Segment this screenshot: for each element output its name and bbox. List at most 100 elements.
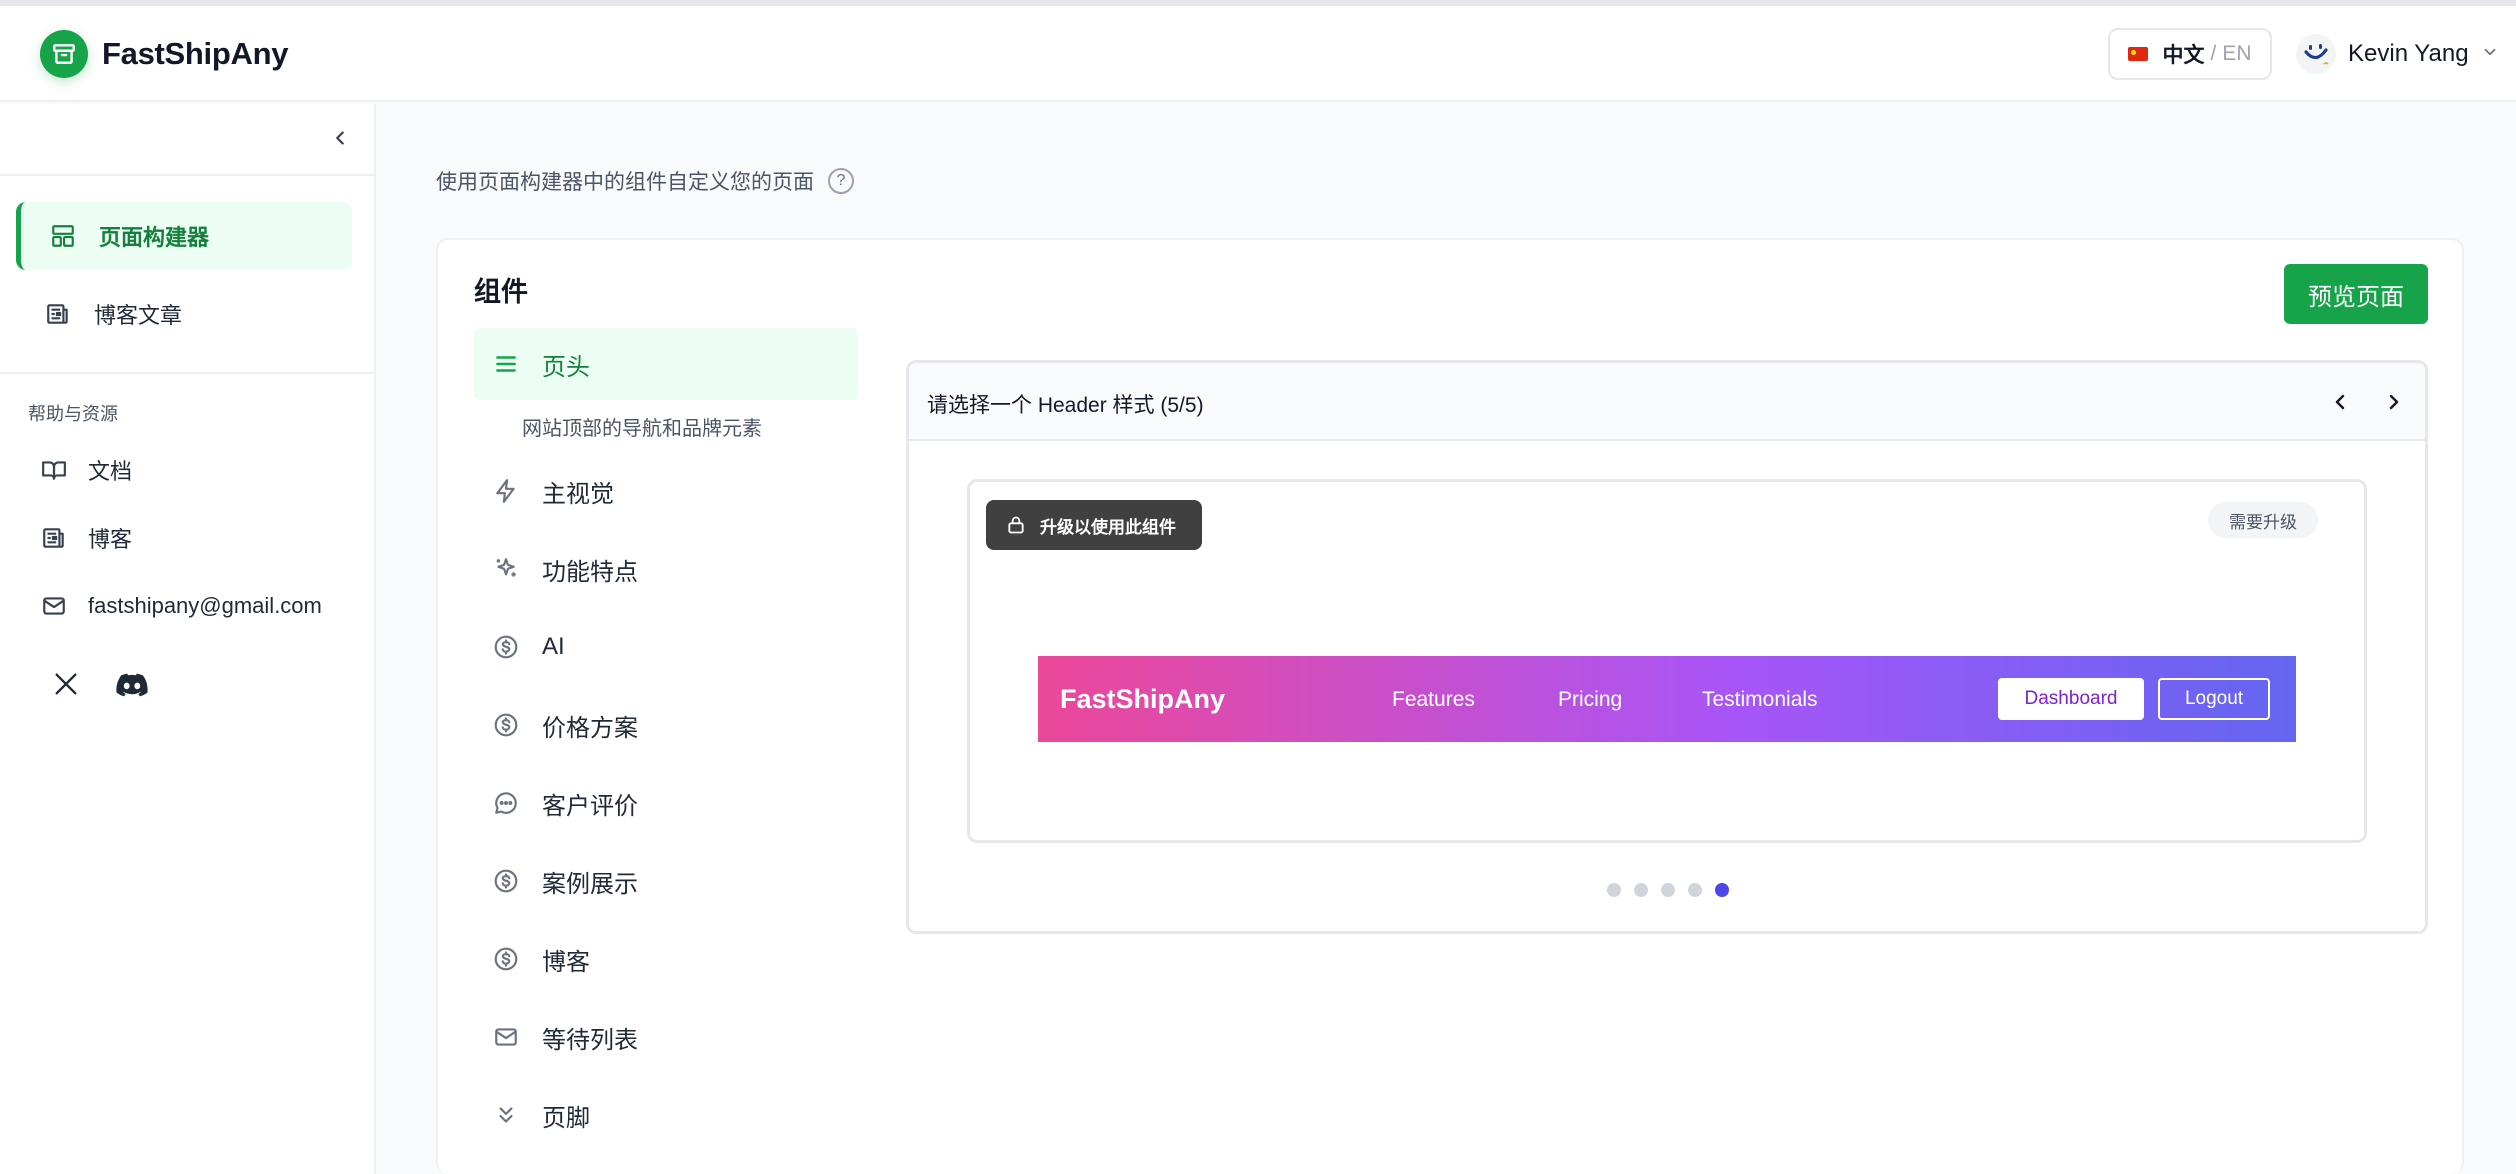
dollar-circle-icon (492, 711, 520, 739)
sidebar-item-blog[interactable]: 博客 (16, 510, 356, 566)
sidebar-item-label: 博客文章 (94, 303, 183, 328)
lang-zh: 中文 (2162, 44, 2205, 67)
chevron-right-icon (2389, 394, 2399, 410)
component-item-waitlist[interactable]: 等待列表 (474, 998, 858, 1076)
main-content: 使用页面构建器中的组件自定义您的页面 ? 组件 预览页面 页头 网站顶部的导航和… (376, 104, 2516, 1174)
component-label: 客户评价 (542, 792, 638, 820)
app-logo[interactable]: FastShipAny (40, 30, 288, 78)
component-item-header[interactable]: 页头 (474, 328, 858, 400)
component-description: 网站顶部的导航和品牌元素 (522, 417, 762, 440)
dollar-circle-icon (492, 867, 520, 895)
sidebar-item-label: fastshipany@gmail.com (88, 593, 322, 618)
sidebar-item-label: 文档 (88, 459, 133, 484)
lock-icon (1006, 515, 1026, 535)
component-label: 案例展示 (542, 870, 638, 898)
sidebar-item-email[interactable]: fastshipany@gmail.com (16, 578, 356, 634)
selector-title: 请选择一个 Header 样式 (5/5) (927, 394, 1204, 417)
discord-link[interactable] (112, 664, 152, 704)
component-item-showcase[interactable]: 案例展示 (474, 842, 858, 920)
china-flag-icon (2128, 47, 2149, 61)
preview-page-button[interactable]: 预览页面 (2284, 264, 2428, 324)
sidebar-section-title: 帮助与资源 (28, 404, 118, 424)
discord-icon (116, 673, 148, 697)
x-twitter-link[interactable] (46, 664, 86, 704)
dollar-circle-icon (492, 945, 520, 973)
language-switcher[interactable]: 中文 / EN (2108, 28, 2272, 80)
intro-text: 使用页面构建器中的组件自定义您的页面 (436, 171, 814, 194)
carousel-dot-2[interactable] (1634, 883, 1648, 897)
selector-header: 请选择一个 Header 样式 (5/5) (909, 363, 2425, 441)
message-circle-icon (492, 789, 520, 817)
menu-icon (492, 350, 520, 378)
x-logo-icon (55, 673, 77, 695)
chevron-left-icon (2335, 394, 2345, 410)
help-icon[interactable]: ? (828, 168, 854, 194)
lang-separator: / (2210, 42, 2217, 65)
carousel-dots (1607, 883, 1742, 897)
need-upgrade-tag: 需要升级 (2208, 502, 2318, 538)
component-item-testimonials[interactable]: 客户评价 (474, 764, 858, 842)
layout-icon (49, 222, 77, 250)
next-style-button[interactable] (2377, 385, 2411, 419)
component-item-features[interactable]: 功能特点 (474, 530, 858, 608)
sidebar-item-label: 页面构建器 (99, 225, 210, 250)
avatar (2296, 34, 2336, 74)
component-item-pricing[interactable]: 价格方案 (474, 686, 858, 764)
page-intro: 使用页面构建器中的组件自定义您的页面 ? (436, 166, 854, 196)
component-label: 页头 (542, 353, 590, 381)
component-label: 页脚 (542, 1104, 590, 1132)
sidebar-item-blog-posts[interactable]: 博客文章 (16, 280, 352, 348)
preview-logo: FastShipAny (1060, 684, 1226, 714)
preview-dashboard-button: Dashboard (1998, 678, 2144, 720)
upgrade-badge[interactable]: 升级以使用此组件 (986, 500, 1202, 550)
chevron-down-icon (2481, 43, 2499, 66)
header-style-preview: FastShipAny Features Pricing Testimonial… (1038, 656, 2296, 742)
newspaper-icon (40, 524, 68, 552)
component-list: 页头 网站顶部的导航和品牌元素 主视觉 功能特点 AI 价格方案 客户评价 案例… (474, 328, 858, 1154)
user-menu[interactable]: Kevin Yang (2296, 32, 2499, 76)
book-open-icon (40, 456, 68, 484)
sidebar-divider (0, 372, 376, 374)
component-label: 主视觉 (542, 480, 614, 508)
component-label: 等待列表 (542, 1026, 638, 1054)
component-item-ai[interactable]: AI (474, 608, 858, 686)
mail-icon (40, 592, 68, 620)
app-name: FastShipAny (102, 36, 289, 71)
components-card: 组件 预览页面 页头 网站顶部的导航和品牌元素 主视觉 功能特点 AI 价格方案… (436, 238, 2464, 1174)
component-label: 博客 (542, 948, 590, 976)
style-preview-frame[interactable]: 升级以使用此组件 需要升级 FastShipAny Features Prici… (967, 479, 2367, 843)
preview-nav-pricing: Pricing (1558, 688, 1623, 711)
sidebar: 页面构建器 博客文章 帮助与资源 文档 博客 fastshipany@gmail… (0, 104, 376, 1174)
carousel-dot-5[interactable] (1715, 883, 1729, 897)
component-item-blog[interactable]: 博客 (474, 920, 858, 998)
sidebar-item-page-builder[interactable]: 页面构建器 (16, 202, 352, 270)
top-header: FastShipAny 中文 / EN Kevin Yang (0, 6, 2516, 102)
newspaper-icon (44, 300, 72, 328)
chevrons-down-icon (492, 1101, 520, 1129)
component-label: 价格方案 (542, 714, 638, 742)
style-selector: 请选择一个 Header 样式 (5/5) 升级以使用此组件 需要升级 Fast… (906, 360, 2428, 934)
prev-style-button[interactable] (2323, 385, 2357, 419)
carousel-dot-3[interactable] (1661, 883, 1675, 897)
carousel-dot-1[interactable] (1607, 883, 1621, 897)
component-label: 功能特点 (542, 558, 638, 586)
box-icon (40, 30, 88, 78)
sparkles-icon (492, 555, 520, 583)
preview-nav-features: Features (1392, 688, 1475, 711)
preview-logout-button: Logout (2158, 678, 2270, 720)
user-name: Kevin Yang (2348, 40, 2469, 67)
chevron-left-icon (336, 131, 344, 145)
collapse-sidebar-button[interactable] (326, 124, 354, 152)
upgrade-badge-label: 升级以使用此组件 (1040, 517, 1176, 537)
lang-en: EN (2222, 42, 2252, 65)
sidebar-divider (0, 174, 376, 176)
preview-nav-testimonials: Testimonials (1702, 688, 1818, 711)
component-item-hero[interactable]: 主视觉 (474, 452, 858, 530)
dollar-circle-icon (492, 633, 520, 661)
sidebar-item-docs[interactable]: 文档 (16, 442, 356, 498)
sidebar-item-label: 博客 (88, 527, 133, 552)
mail-icon (492, 1023, 520, 1051)
zap-icon (492, 477, 520, 505)
carousel-dot-4[interactable] (1688, 883, 1702, 897)
component-item-footer[interactable]: 页脚 (474, 1076, 858, 1154)
